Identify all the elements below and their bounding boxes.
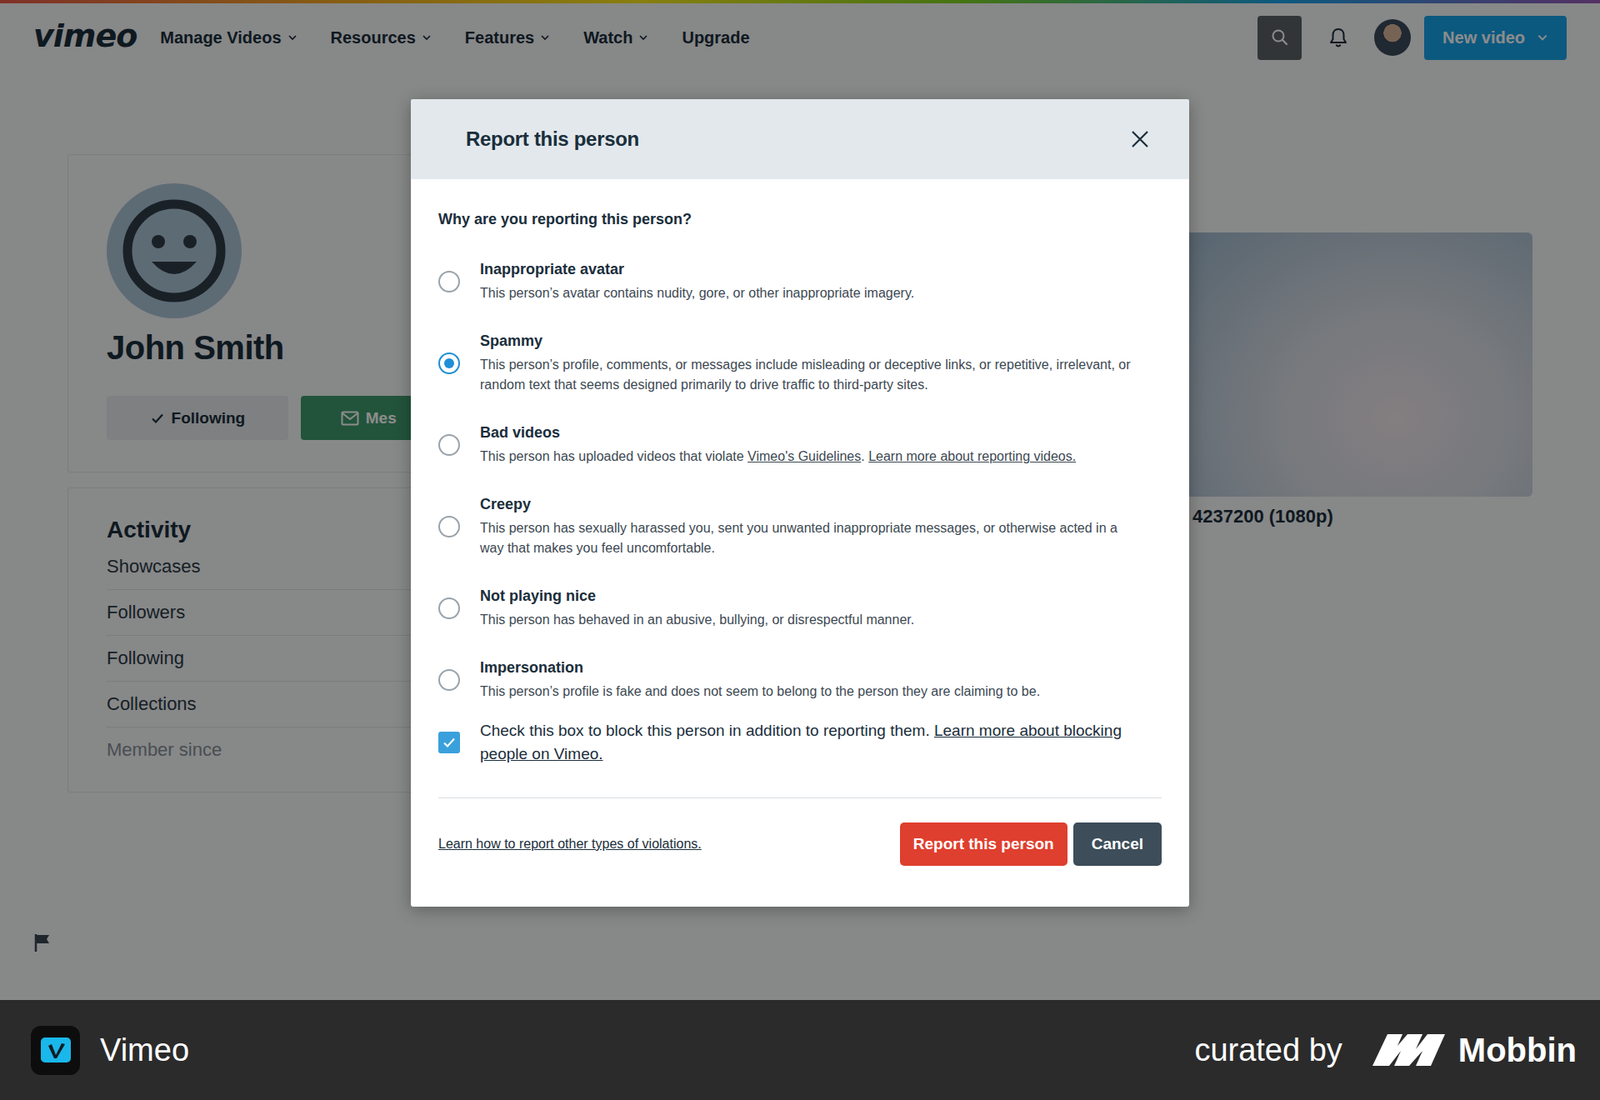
option-title: Impersonation — [480, 657, 1040, 678]
radio-button[interactable] — [438, 669, 460, 691]
curated-text: curated by — [1194, 1032, 1342, 1069]
option-description: This person has behaved in an abusive, b… — [480, 610, 915, 630]
app-name: Vimeo — [100, 1032, 190, 1069]
option-description: This person has sexually harassed you, s… — [480, 518, 1132, 559]
reason-option[interactable]: Spammy This person’s profile, comments, … — [438, 330, 1162, 395]
close-icon[interactable] — [1130, 130, 1150, 149]
reason-option[interactable]: Creepy This person has sexually harassed… — [438, 494, 1162, 559]
option-description: This person’s profile, comments, or mess… — [480, 355, 1132, 395]
description-text: This person’s avatar contains nudity, go… — [480, 285, 915, 300]
option-title: Creepy — [480, 494, 1132, 515]
curated-by: curated by Mobbin — [1194, 1031, 1577, 1070]
block-text: Check this box to block this person in a… — [480, 719, 1155, 766]
description-text: This person’s profile is fake and does n… — [480, 684, 1040, 699]
modal-body: Why are you reporting this person? Inapp… — [410, 179, 1190, 907]
radio-button[interactable] — [438, 270, 460, 293]
modal-title: Report this person — [465, 127, 640, 151]
radio-button[interactable] — [438, 515, 460, 538]
attribution-bar: Vimeo curated by Mobbin — [0, 1000, 1600, 1100]
modal-footer: Learn how to report other types of viola… — [438, 822, 1162, 866]
modal-button[interactable]: Report this person — [900, 822, 1068, 866]
reason-option[interactable]: Bad videos This person has uploaded vide… — [438, 422, 1162, 467]
option-description: This person has uploaded videos that vio… — [480, 446, 1076, 467]
option-title: Not playing nice — [480, 585, 915, 606]
app-badge: Vimeo — [30, 1025, 190, 1075]
screen: vimeo Manage Videos Resources Features W… — [0, 0, 1600, 1100]
radio-button[interactable] — [438, 597, 460, 620]
description-text: This person has behaved in an abusive, b… — [480, 612, 915, 627]
reason-option[interactable]: Not playing nice This person has behaved… — [438, 585, 1162, 630]
option-text: Spammy This person’s profile, comments, … — [480, 330, 1132, 395]
check-icon — [441, 735, 457, 750]
option-text: Inappropriate avatar This person’s avata… — [480, 259, 915, 304]
modal-overlay[interactable]: Report this person Why are you reporting… — [0, 0, 1600, 1000]
option-text: Not playing nice This person has behaved… — [480, 585, 915, 630]
inline-link[interactable]: Vimeo's Guidelines — [747, 449, 861, 464]
radio-button[interactable] — [438, 434, 460, 456]
report-question: Why are you reporting this person? — [438, 209, 1162, 230]
report-modal: Report this person Why are you reporting… — [410, 99, 1190, 907]
reason-options: Inappropriate avatar This person’s avata… — [438, 259, 1162, 702]
option-title: Bad videos — [480, 422, 1076, 443]
option-title: Inappropriate avatar — [480, 259, 915, 280]
reason-option[interactable]: Inappropriate avatar This person’s avata… — [438, 259, 1162, 304]
mobbin-brand: Mobbin — [1458, 1031, 1577, 1070]
block-row[interactable]: Check this box to block this person in a… — [438, 719, 1162, 766]
description-text: This person has uploaded videos that vio… — [480, 449, 748, 464]
block-checkbox[interactable] — [438, 731, 460, 754]
option-text: Creepy This person has sexually harassed… — [480, 494, 1132, 559]
option-title: Spammy — [480, 330, 1132, 351]
blocking-link[interactable]: Learn more about blocking people on Vime… — [480, 721, 1122, 763]
mobbin-logo-icon — [1372, 1032, 1445, 1068]
description-text: This person has sexually harassed you, s… — [480, 520, 1118, 555]
option-text: Bad videos This person has uploaded vide… — [480, 422, 1076, 467]
inline-link[interactable]: Learn more about reporting videos. — [868, 449, 1076, 464]
profile-page: vimeo Manage Videos Resources Features W… — [0, 0, 1600, 1000]
violations-link[interactable]: Learn how to report other types of viola… — [438, 836, 702, 852]
divider — [438, 797, 1162, 799]
modal-buttons: Report this personCancel — [900, 822, 1162, 866]
option-description: This person’s profile is fake and does n… — [480, 681, 1040, 702]
description-text: This person’s profile, comments, or mess… — [480, 357, 1131, 392]
vimeo-v-icon — [39, 1033, 73, 1067]
modal-button[interactable]: Cancel — [1073, 822, 1162, 866]
option-description: This person’s avatar contains nudity, go… — [480, 283, 915, 304]
description-text: . — [860, 449, 869, 464]
vimeo-app-icon — [30, 1025, 80, 1075]
option-text: Impersonation This person’s profile is f… — [480, 657, 1040, 702]
modal-header: Report this person — [410, 99, 1190, 180]
reason-option[interactable]: Impersonation This person’s profile is f… — [438, 657, 1162, 702]
radio-button[interactable] — [438, 352, 460, 375]
